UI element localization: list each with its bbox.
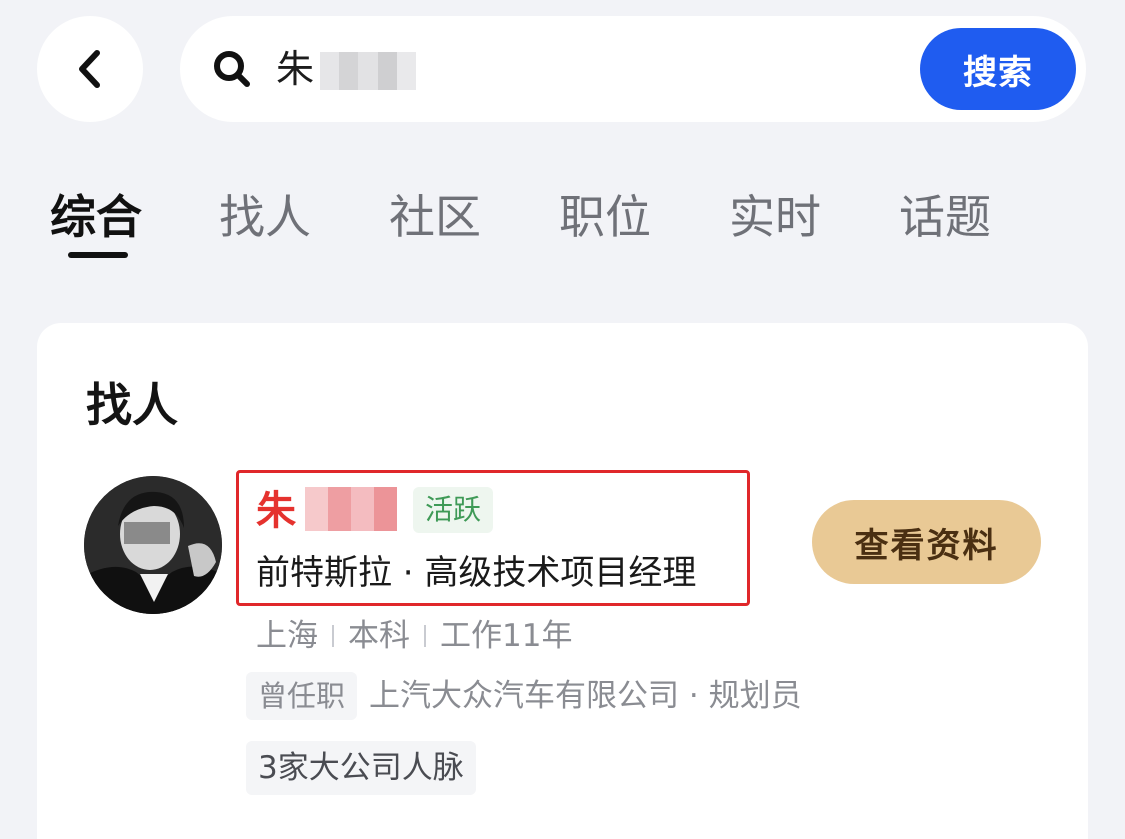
search-input[interactable]: 朱 (276, 44, 314, 94)
tab-community[interactable]: 社区 (389, 185, 481, 249)
search-icon (214, 51, 250, 87)
previous-label: 曾任职 (246, 672, 358, 720)
people-result-card: 找人 朱 活跃 前特斯拉 · 高级技术项目经理 查看资料 上海 本科 工作11年… (37, 323, 1088, 839)
back-button[interactable] (37, 16, 143, 122)
location-text: 上海 (256, 618, 318, 654)
redacted-name (305, 487, 397, 531)
search-results-page: 朱 搜索 综合 找人 社区 职位 实时 话题 找人 朱 活跃 前特斯拉 · 高级… (0, 0, 1125, 839)
tab-people[interactable]: 找人 (219, 185, 311, 249)
person-headline: 前特斯拉 · 高级技术项目经理 (256, 553, 697, 593)
previous-employment: 曾任职 上汽大众汽车有限公司 · 规划员 (246, 672, 802, 720)
person-meta: 上海 本科 工作11年 (256, 613, 572, 659)
tab-topics[interactable]: 话题 (899, 185, 991, 249)
experience-text: 工作11年 (440, 618, 573, 654)
divider (332, 625, 334, 647)
divider (424, 625, 426, 647)
redacted-query (320, 52, 417, 90)
section-title: 找人 (86, 378, 178, 432)
search-button[interactable]: 搜索 (920, 28, 1076, 110)
category-tabs: 综合 找人 社区 职位 实时 话题 (0, 185, 1125, 265)
education-text: 本科 (348, 618, 410, 654)
tab-realtime[interactable]: 实时 (729, 185, 821, 249)
chevron-left-icon (79, 50, 100, 88)
avatar-photo (84, 476, 222, 614)
person-name[interactable]: 朱 (256, 483, 296, 539)
tab-all[interactable]: 综合 (50, 185, 142, 249)
network-tag: 3家大公司人脉 (246, 741, 476, 795)
previous-position: 上汽大众汽车有限公司 · 规划员 (369, 678, 802, 714)
status-badge: 活跃 (413, 487, 494, 533)
tab-jobs[interactable]: 职位 (559, 185, 651, 249)
avatar[interactable] (84, 476, 222, 614)
search-bar[interactable]: 朱 搜索 (180, 16, 1086, 122)
active-tab-indicator (68, 252, 128, 258)
view-profile-button[interactable]: 查看资料 (812, 500, 1041, 584)
